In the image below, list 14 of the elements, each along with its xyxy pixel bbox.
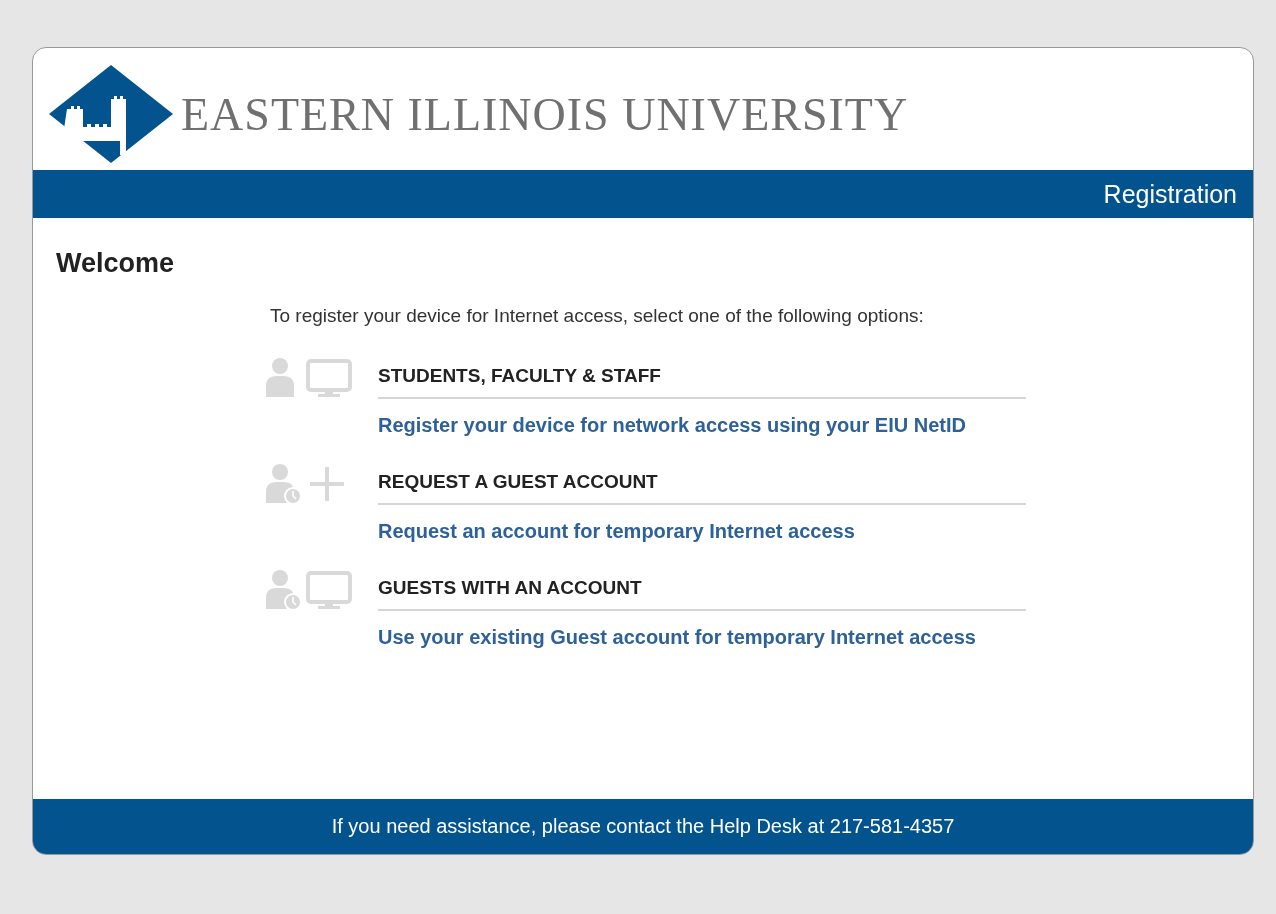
registration-title: Registration [1103,179,1237,209]
option-link[interactable]: Use your existing Guest account for temporary Internet access [378,626,976,649]
welcome-heading: Welcome [56,248,176,279]
option-title: STUDENTS, FACULTY & STAFF [378,365,1026,399]
castle-diamond-logo-icon [49,65,173,163]
option-link[interactable]: Register your device for network access using your EIU NetID [378,414,966,437]
user-monitor-icon [264,355,354,399]
university-name: EASTERN ILLINOIS UNIVERSITY [181,87,909,141]
help-desk-text: If you need assistance, please contact the Help Desk at 217-581-4357 [331,815,955,838]
intro-text: To register your device for Internet access, select one of the following options: [270,305,925,327]
option-link[interactable]: Request an account for temporary Internet access [378,520,855,543]
option-title: GUESTS WITH AN ACCOUNT [378,577,1026,611]
user-clock-monitor-icon [264,567,354,611]
option-title: REQUEST A GUEST ACCOUNT [378,471,1026,505]
